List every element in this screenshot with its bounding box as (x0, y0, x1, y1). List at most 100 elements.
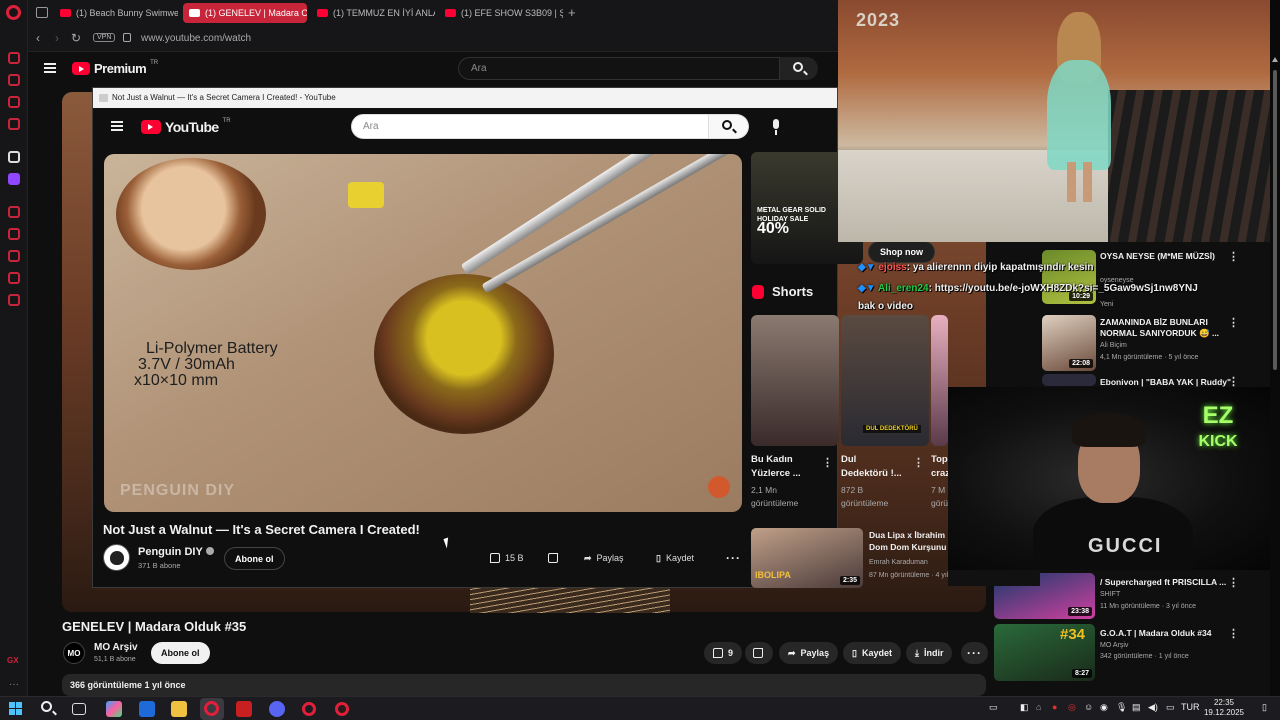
lock-icon[interactable] (123, 33, 131, 42)
youtube-logo[interactable]: YouTube TR (141, 118, 231, 135)
tray-icon[interactable]: ● (1052, 702, 1057, 712)
copilot-icon[interactable] (106, 701, 122, 717)
tab-2-active[interactable]: (1) GENELEV | Madara Ol (183, 3, 307, 23)
history-icon[interactable] (8, 52, 20, 64)
rec-title[interactable]: OYSA NEYSE (M*ME MÜZSİ) (1100, 251, 1215, 262)
rec-title-line2[interactable]: Dom Dom Kurşunu (869, 542, 946, 553)
microphone-tray-icon[interactable]: 🎙 (1116, 702, 1127, 713)
news-icon[interactable] (8, 118, 20, 130)
share-button[interactable]: ➦ Paylaş (779, 642, 839, 664)
search-input[interactable]: Ara (458, 57, 780, 80)
settings-icon[interactable] (8, 294, 20, 306)
short-title-line2[interactable]: Dedektörü !... (841, 467, 902, 480)
task-view-icon[interactable] (72, 703, 86, 715)
rec-thumbnail[interactable]: 10:29 (1042, 250, 1096, 304)
rec-thumbnail[interactable] (1042, 374, 1096, 386)
scroll-up-icon[interactable] (1272, 56, 1278, 62)
shop-now-button[interactable]: Shop now (868, 241, 935, 263)
short-thumbnail[interactable]: DUL DEDEKTÖRÜ (841, 315, 929, 446)
pin-icon[interactable] (8, 228, 20, 240)
rec-title[interactable]: Dua Lipa x İbrahim (869, 530, 945, 541)
rec-channel[interactable]: Emrah Karaduman (869, 558, 928, 568)
rec-title[interactable]: G.O.A.T | Madara Olduk #34 (1100, 628, 1212, 639)
short-menu-icon[interactable]: ⋮ (913, 456, 924, 469)
tray-icon[interactable]: ◎ (1068, 702, 1076, 713)
short-menu-icon[interactable]: ⋮ (822, 456, 833, 469)
opera-icon[interactable] (302, 702, 316, 716)
taskbar-active-app[interactable] (200, 698, 224, 720)
video-editor-icon[interactable] (236, 701, 252, 717)
rec-menu-icon[interactable]: ⋮ (1228, 627, 1239, 640)
channel-name[interactable]: Penguin DIY (138, 546, 214, 558)
more-actions-button[interactable]: ··· (961, 642, 988, 664)
start-button-windows-icon[interactable] (9, 702, 22, 715)
tab-1[interactable]: (1) Beach Bunny Swimwe (54, 3, 178, 23)
rec-channel[interactable]: Ali Biçim (1100, 341, 1127, 351)
file-explorer-icon[interactable] (171, 701, 187, 717)
volume-icon[interactable]: ◀) (1148, 702, 1158, 713)
subscribe-button[interactable]: Abone ol (151, 642, 210, 664)
search-button[interactable] (709, 114, 749, 139)
short-title[interactable]: Top (931, 453, 948, 466)
tray-icon[interactable]: ◧ (1020, 702, 1029, 713)
short-thumbnail[interactable] (931, 315, 948, 446)
rec-menu-icon[interactable]: ⋮ (1228, 576, 1239, 589)
save-button[interactable]: ▯ Kaydet (647, 547, 703, 569)
rec-menu-icon[interactable]: ⋮ (1228, 250, 1239, 263)
short-thumbnail[interactable] (751, 315, 839, 446)
notifications-icon[interactable]: ▯ (1262, 702, 1267, 713)
new-tab-button[interactable]: + (568, 5, 576, 20)
more-icon[interactable]: ··· (9, 679, 19, 690)
walnut-video-player[interactable]: Li-Polymer Battery 3.7V / 30mAh x10×10 m… (104, 154, 742, 512)
extensions-icon[interactable] (8, 151, 20, 163)
youtube-premium-logo[interactable]: Premium TR (72, 60, 158, 76)
tray-icon[interactable]: ☺ (1084, 702, 1093, 712)
forward-icon[interactable]: › (55, 31, 59, 45)
url-field[interactable]: www.youtube.com/watch (141, 33, 251, 44)
dislike-button[interactable] (539, 547, 567, 569)
share-button[interactable]: ➦ Paylaş (575, 547, 633, 569)
gx-corner-icon[interactable] (8, 96, 20, 108)
back-icon[interactable]: ‹ (36, 31, 40, 45)
like-button[interactable]: 15 B (481, 547, 533, 569)
taskbar-search-icon[interactable] (41, 701, 52, 712)
save-button[interactable]: ▯ Kaydet (843, 642, 901, 664)
short-title-line2[interactable]: Yüzlerce ... (751, 467, 801, 480)
channel-avatar[interactable]: MO (63, 642, 85, 664)
network-icon[interactable]: ▤ (1132, 702, 1141, 713)
menu-icon[interactable] (44, 63, 56, 73)
rec-channel[interactable]: SHIFT (1100, 590, 1120, 600)
discord-icon[interactable] (269, 701, 285, 717)
search-input[interactable]: Ara (351, 114, 709, 139)
player-icon[interactable] (8, 74, 20, 86)
opera-logo-icon[interactable] (6, 5, 21, 20)
scrollbar[interactable] (1273, 70, 1277, 370)
microphone-icon[interactable] (765, 116, 787, 138)
tab-3[interactable]: (1) TEMMUZ EN İYİ ANLA (311, 3, 435, 23)
rec-thumbnail[interactable]: #34 8:27 (994, 624, 1095, 681)
battery-icon[interactable]: ▭ (1166, 702, 1175, 713)
clock-icon[interactable] (8, 206, 20, 218)
vpn-badge[interactable]: VPN (93, 33, 116, 42)
channel-avatar[interactable] (103, 544, 130, 571)
tab-overview-icon[interactable] (36, 7, 48, 18)
rec-title[interactable]: / Supercharged ft PRISCILLA ... (1100, 577, 1226, 588)
downloads-icon[interactable] (8, 272, 20, 284)
tray-icon[interactable]: ⌂ (1036, 702, 1041, 712)
video-description-box[interactable]: 366 görüntüleme 1 yıl önce (62, 674, 986, 696)
rec-channel[interactable]: MO Arşiv (1100, 641, 1128, 651)
channel-name[interactable]: MO Arşiv (94, 642, 138, 653)
twitch-icon[interactable] (8, 173, 20, 185)
outlook-icon[interactable] (139, 701, 155, 717)
tab-4[interactable]: (1) EFE SHOW S3B09 | ŞA (439, 3, 563, 23)
bookmarks-icon[interactable] (8, 250, 20, 262)
like-button[interactable]: 9 (704, 642, 743, 664)
system-clock[interactable]: 22:35 19.12.2025 (1198, 698, 1250, 718)
tray-icon[interactable]: ◉ (1100, 702, 1108, 713)
more-actions-button[interactable]: ··· (717, 547, 750, 569)
search-button[interactable] (780, 57, 818, 80)
pip-title-bar[interactable]: Not Just a Walnut — It's a Secret Camera… (93, 88, 837, 108)
rec-thumbnail[interactable]: 22:08 (1042, 315, 1096, 371)
rec-thumbnail[interactable]: IBOLIPA 2:35 (751, 528, 863, 588)
subscribe-button[interactable]: Abone ol (224, 547, 285, 570)
